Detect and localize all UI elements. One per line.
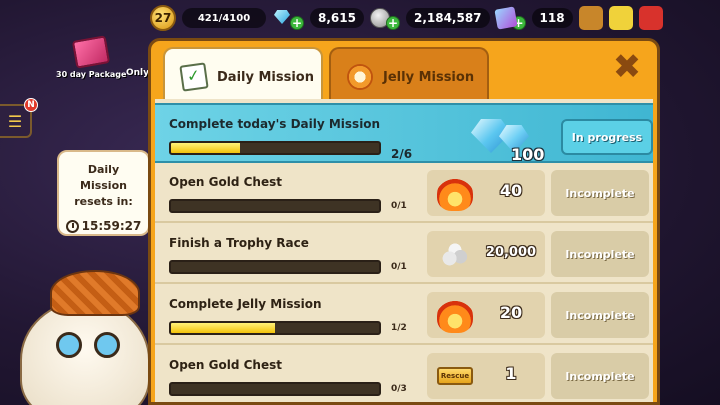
summary-reward-amount: 100: [511, 145, 545, 164]
tab-label: Daily Mission: [217, 69, 314, 85]
mission-dialog: Daily Mission Jelly Mission ✖ Complete t…: [148, 38, 660, 405]
mission-progress-bar: [169, 260, 381, 274]
package-label: 30 day Package: [56, 70, 127, 79]
cookie-eye-left: [56, 332, 82, 358]
new-badge: N: [24, 98, 38, 112]
mission-progress-bar: [169, 199, 381, 213]
mission-reward-amount: 20,000: [485, 245, 537, 260]
fire-icon: [437, 299, 473, 333]
mission-progress-text: 0/1: [391, 262, 407, 272]
treasure-box-icon: [493, 6, 518, 30]
close-button[interactable]: ✖: [611, 50, 643, 84]
add-coins-button[interactable]: +: [385, 16, 400, 30]
daily-summary-row: Complete today's Daily Mission 2/6 100 I…: [155, 103, 653, 164]
mission-reward: 20: [427, 292, 545, 338]
summary-status-button[interactable]: In progress: [561, 119, 653, 155]
mission-reward-amount: 1: [505, 364, 517, 383]
tab-label: Jelly Mission: [383, 69, 475, 85]
fire-icon: [437, 177, 473, 211]
mission-status-button[interactable]: Incomplete: [551, 231, 649, 277]
mission-status-button[interactable]: Incomplete: [551, 292, 649, 338]
mailbox-icon[interactable]: [638, 6, 663, 30]
mission-reward-amount: 20: [499, 303, 523, 322]
only-offer-label: Only: [126, 68, 150, 78]
detective-hat: [50, 270, 140, 316]
mission-status-button[interactable]: Incomplete: [551, 353, 649, 399]
clipboard-icon: [179, 62, 209, 92]
crystal-count: 8,615: [310, 8, 364, 28]
jelly-icon: [347, 64, 373, 90]
package-offer[interactable]: 30 day Package: [56, 35, 127, 79]
mission-progress-text: 0/3: [391, 384, 407, 394]
box-count: 118: [531, 8, 573, 28]
summary-progress-bar: [169, 141, 381, 155]
reset-timer-panel: Daily Mission resets in: 15:59:27: [57, 150, 150, 236]
clock-icon: [65, 219, 79, 233]
mission-progress-bar: [169, 321, 381, 335]
inventory-bag-icon[interactable]: [578, 6, 603, 30]
rescue-ticket-icon: Rescue: [437, 367, 473, 385]
list-menu-icon: ☰: [7, 111, 23, 131]
summary-title: Complete today's Daily Mission: [169, 117, 381, 131]
mission-name: Open Gold Chest: [169, 358, 282, 372]
reset-countdown: 15:59:27: [63, 218, 144, 234]
mission-status-button[interactable]: Incomplete: [551, 170, 649, 216]
crystal-currency-icon: [272, 8, 294, 28]
mission-row: Finish a Trophy Race 0/1 20,000 Incomple…: [155, 226, 653, 284]
mission-progress-text: 1/2: [391, 323, 407, 333]
summary-progress-text: 2/6: [391, 147, 413, 161]
tab-jelly-mission[interactable]: Jelly Mission: [329, 47, 489, 105]
mission-progress-text: 0/1: [391, 201, 407, 211]
tab-daily-mission[interactable]: Daily Mission: [163, 47, 323, 105]
summary-progress-fill: [171, 143, 240, 153]
mission-reward: 40: [427, 170, 545, 216]
reset-title-line2: resets in:: [74, 195, 133, 208]
mission-list: Complete today's Daily Mission 2/6 100 I…: [155, 99, 653, 402]
mission-reward-amount: 40: [499, 181, 523, 200]
mission-reward: 20,000: [427, 231, 545, 277]
friends-icon[interactable]: [608, 6, 633, 30]
cookie-eye-right: [94, 332, 120, 358]
coins-icon: [437, 238, 473, 272]
resource-bar: 27 421/4100 + 8,615 + 2,184,587 + 118: [150, 4, 670, 32]
mission-progress-fill: [171, 323, 275, 333]
mission-row: Complete Jelly Mission 1/2 20 Incomplete: [155, 287, 653, 345]
mission-name: Complete Jelly Mission: [169, 297, 322, 311]
mission-progress-bar: [169, 382, 381, 396]
mission-reward: Rescue 1: [427, 353, 545, 399]
gift-box-icon: [71, 35, 111, 69]
mission-name: Open Gold Chest: [169, 175, 282, 189]
mission-row: Open Gold Chest 0/3 Rescue 1 Incomplete: [155, 348, 653, 402]
level-badge: 27: [150, 5, 176, 31]
reset-title-line1: Daily Mission: [80, 163, 127, 192]
reset-time-value: 15:59:27: [81, 219, 142, 233]
mission-row: Open Gold Chest 0/1 40 Incomplete: [155, 165, 653, 223]
mission-name: Finish a Trophy Race: [169, 236, 309, 250]
coin-count: 2,184,587: [405, 8, 490, 28]
xp-counter: 421/4100: [182, 8, 266, 28]
